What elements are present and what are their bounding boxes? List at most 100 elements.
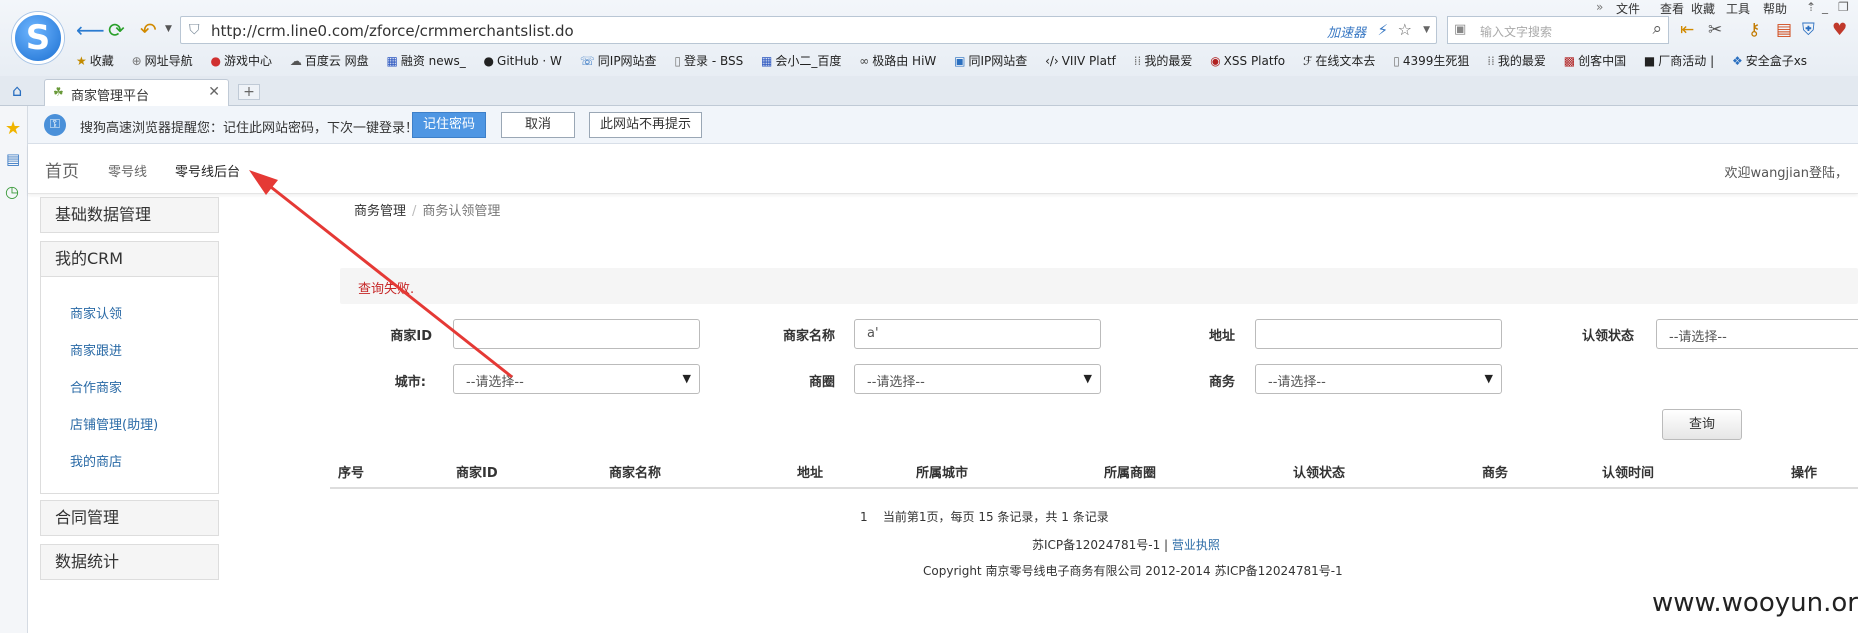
column-header: 认领状态	[1293, 466, 1346, 481]
claim-status-select[interactable]: --请选择--	[1656, 319, 1858, 349]
menu-item-shop-assistant[interactable]: 店铺管理(助理)	[70, 414, 158, 433]
favorite-item[interactable]: ☏ 同IP网站查	[580, 52, 657, 69]
heart-icon[interactable]: ♥	[1832, 20, 1847, 40]
nav-lingxian[interactable]: 零号线	[108, 161, 147, 180]
favorite-item[interactable]: ▦ 会小二_百度	[761, 52, 841, 69]
menu-view[interactable]: 查看	[1660, 0, 1684, 17]
business-select[interactable]: --请选择--	[1255, 364, 1502, 394]
favorite-item[interactable]: ■ 厂商活动 |	[1644, 52, 1714, 69]
business-license-link[interactable]: 营业执照	[1172, 538, 1220, 552]
nav-admin[interactable]: 零号线后台	[175, 161, 240, 180]
back-icon[interactable]: ⟵	[76, 18, 105, 42]
district-select[interactable]: --请选择--	[854, 364, 1101, 394]
breadcrumb-current: 商务认领管理	[422, 204, 501, 219]
code-icon: ‹/›	[1045, 54, 1059, 68]
restore-icon[interactable]: ❐	[1838, 0, 1849, 14]
merchant-id-input[interactable]	[453, 319, 700, 349]
merchant-name-input[interactable]: a'	[854, 319, 1101, 349]
extension-icon[interactable]: ▤	[1776, 20, 1792, 40]
menu-item-partners[interactable]: 合作商家	[70, 377, 122, 396]
chevron-down-icon[interactable]: ▼	[165, 24, 172, 34]
scissors-icon[interactable]: ✂	[1708, 20, 1722, 40]
query-button[interactable]: 查询	[1662, 409, 1742, 440]
nav-home[interactable]: 首页	[45, 157, 79, 182]
cloud-icon: ☁	[289, 54, 302, 68]
skin-icon[interactable]: ⇡	[1806, 0, 1816, 14]
refresh-icon[interactable]: ⟳	[108, 18, 125, 42]
favorite-item[interactable]: ∞ 极路由 HiW	[859, 52, 936, 69]
star-icon: ★	[76, 54, 87, 68]
double-chevron-icon[interactable]: »	[1596, 0, 1603, 14]
search-placeholder: 输入文字搜索	[1480, 25, 1553, 39]
sogou-logo-icon[interactable]: S	[12, 12, 64, 64]
favorite-item[interactable]: ▩ 创客中国	[1564, 52, 1626, 69]
shield-icon: ⛉	[189, 22, 200, 38]
folder-grid-icon: ⁞⁞	[1487, 54, 1495, 68]
menu-contract[interactable]: 合同管理	[40, 500, 219, 536]
menu-basic-data[interactable]: 基础数据管理	[40, 197, 219, 233]
favorite-item[interactable]: ▯ 4399生死狙	[1393, 52, 1469, 69]
address-input[interactable]	[1255, 319, 1502, 349]
chevron-down-icon[interactable]: ▼	[1423, 25, 1430, 35]
favorite-item[interactable]: ● GitHub · W	[484, 54, 562, 68]
menu-help[interactable]: 帮助	[1763, 0, 1787, 17]
menu-favorites[interactable]: 收藏	[1691, 0, 1715, 17]
page-icon: ▣	[954, 54, 966, 68]
search-icon[interactable]: ⌕	[1652, 19, 1662, 39]
site-favicon-icon: ☘	[53, 85, 64, 99]
menu-file[interactable]: 文件	[1616, 0, 1640, 17]
never-remind-button[interactable]: 此网站不再提示	[589, 112, 703, 138]
menu-item-claim[interactable]: 商家认领	[70, 303, 122, 322]
menu-stats[interactable]: 数据统计	[40, 544, 219, 580]
menu-item-my-shop[interactable]: 我的商店	[70, 451, 122, 470]
xss-icon: ◉	[1210, 54, 1221, 68]
shield-check-icon[interactable]: ⛨	[1802, 20, 1815, 40]
pagination-info: 1 当前第1页，每页 15 条记录，共 1 条记录	[860, 510, 1109, 524]
city-select[interactable]: --请选择--	[453, 364, 700, 394]
new-tab-button[interactable]: +	[238, 84, 260, 100]
crm-submenu: 商家认领 商家跟进 合作商家 店铺管理(助理) 我的商店	[40, 277, 219, 494]
star-icon[interactable]: ★	[5, 118, 21, 139]
address-bar[interactable]: ⛉ http://crm.line0.com/zforce/crmmerchan…	[180, 16, 1437, 44]
home-icon[interactable]: ⌂	[12, 81, 22, 100]
clock-icon[interactable]: ◷	[5, 182, 19, 201]
favorite-item[interactable]: ● 游戏中心	[211, 52, 273, 69]
favorite-item[interactable]: ◉ XSS Platfo	[1210, 54, 1285, 68]
close-icon[interactable]: ✕	[208, 84, 220, 100]
favorite-item[interactable]: ‹/› VIIV Platf	[1045, 54, 1116, 68]
star-icon[interactable]: ☆	[1398, 20, 1412, 39]
district-select-value: --请选择--	[867, 375, 925, 390]
favorite-item[interactable]: ❖ 安全盒子xs	[1732, 52, 1807, 69]
menu-tools[interactable]: 工具	[1726, 0, 1750, 17]
favorite-item[interactable]: ⁞⁞ 我的最爱	[1134, 52, 1193, 69]
accelerator-link[interactable]: 加速器	[1327, 22, 1366, 41]
search-box[interactable]: ▣ 输入文字搜索 ⌕	[1447, 16, 1669, 44]
error-message: 查询失败.	[358, 282, 415, 297]
key-icon[interactable]: ⚷	[1748, 20, 1760, 40]
favorite-item[interactable]: ⊕ 网址导航	[132, 52, 193, 69]
cancel-button[interactable]: 取消	[501, 112, 575, 138]
undo-icon[interactable]: ↶	[140, 18, 157, 42]
menu-my-crm[interactable]: 我的CRM	[40, 241, 219, 277]
tab-merchant-platform[interactable]: ☘ 商家管理平台 ✕	[44, 79, 229, 106]
favorites-bar: ★ 收藏 ⊕ 网址导航 ● 游戏中心 ☁ 百度云 网盘 ▦ 融资 news_ ● GitHu…	[76, 52, 1821, 72]
favorite-item[interactable]: ★ 收藏	[76, 52, 114, 69]
bookmark-icon[interactable]: ⇤	[1680, 20, 1694, 40]
favorite-item[interactable]: ℱ 在线文本去	[1303, 52, 1375, 69]
favorite-item[interactable]: ▦ 融资 news_	[387, 52, 466, 69]
favorite-item[interactable]: ⁞⁞ 我的最爱	[1487, 52, 1546, 69]
results-table-header: 序号 商家ID 商家名称 地址 所属城市 所属商圈 认领状态 商务 认领时间 操…	[330, 456, 1858, 489]
claim-status-label: 认领状态	[1581, 329, 1634, 344]
address-text[interactable]: http://crm.line0.com/zforce/crmmerchants…	[211, 22, 574, 40]
text-icon: ℱ	[1302, 54, 1313, 68]
business-label: 商务	[1208, 375, 1235, 390]
minimize-icon[interactable]: _	[1822, 0, 1828, 14]
menu-item-follow[interactable]: 商家跟进	[70, 340, 122, 359]
book-icon[interactable]: ▤	[6, 150, 20, 168]
favorite-item[interactable]: ▯ 登录 - BSS	[674, 52, 743, 69]
lightning-icon[interactable]: ⚡	[1377, 21, 1388, 39]
favorite-item[interactable]: ▣ 同IP网站查	[954, 52, 1027, 69]
favorite-item[interactable]: ☁ 百度云 网盘	[290, 52, 369, 69]
breadcrumb-root[interactable]: 商务管理	[354, 204, 406, 219]
remember-password-button[interactable]: 记住密码	[412, 112, 487, 138]
